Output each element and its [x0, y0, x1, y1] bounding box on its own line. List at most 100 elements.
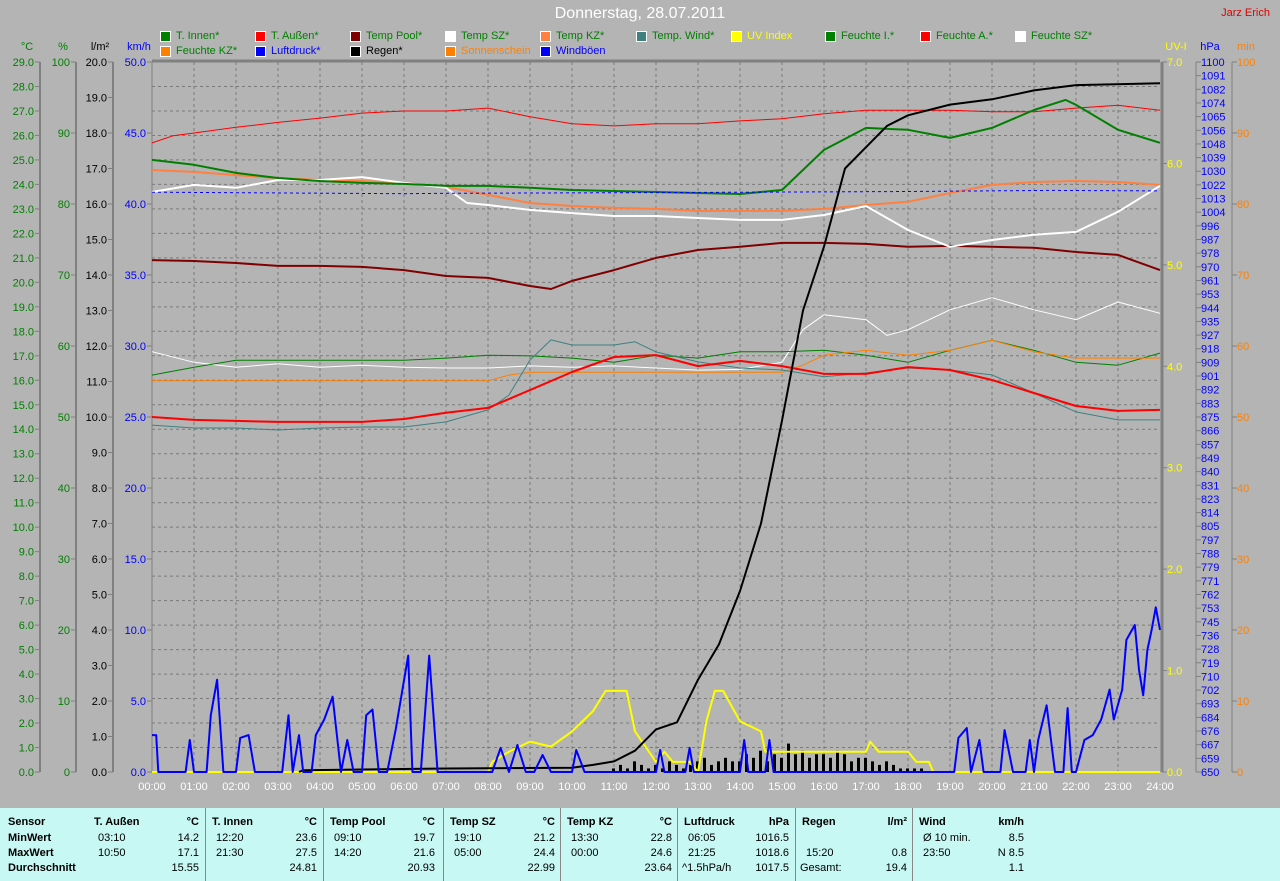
axis-tick-label-sun: 10	[1237, 696, 1249, 708]
legend-swatch	[825, 30, 836, 42]
axis-tick-label-temp: 26.0	[13, 130, 34, 142]
axis-tick-label-press: 659	[1201, 753, 1219, 765]
legend-swatch	[445, 30, 456, 42]
axis-tick-label-sun: 100	[1237, 57, 1255, 69]
row-label-sensor: Sensor	[8, 816, 46, 828]
axis-tick-label-hum: 10	[58, 696, 70, 708]
stats-unit: hPa	[768, 816, 789, 828]
rain-interval-bar	[801, 750, 804, 772]
legend-item: Temp SZ*	[445, 30, 509, 42]
stats-max: 17.1	[177, 847, 199, 859]
author-label: Jarz Erich	[1221, 7, 1270, 19]
axis-tick-label-temp: 4.0	[19, 669, 34, 681]
rain-interval-bar	[885, 761, 888, 772]
stats-avg-label: ^1.5hPa/h	[682, 862, 732, 874]
rain-interval-bar	[892, 764, 895, 772]
axis-tick-label-temp: 10.0	[13, 522, 34, 534]
axis-tick-label-rain: 8.0	[92, 483, 107, 495]
stats-max: 24.4	[533, 847, 555, 859]
axis-tick-label-press: 935	[1201, 316, 1219, 328]
stats-max: 21.6	[413, 847, 435, 859]
axis-tick-label-press: 719	[1201, 658, 1219, 670]
legend-swatch	[920, 30, 931, 42]
axis-tick-label-sun: 50	[1237, 412, 1249, 424]
legend-item: Temp. Wind*	[636, 30, 714, 42]
axis-tick-label-press: 823	[1201, 494, 1219, 506]
axis-tick-label-press: 840	[1201, 467, 1219, 479]
stats-max-time: 14:20	[334, 847, 362, 859]
legend-label: T. Innen*	[176, 30, 220, 42]
stats-name: Luftdruck	[684, 816, 735, 828]
axis-tick-label-temp: 3.0	[19, 694, 34, 706]
axis-tick-label-temp: 20.0	[13, 277, 34, 289]
axis-tick-label-temp: 25.0	[13, 155, 34, 167]
stats-min: 19.7	[413, 832, 435, 844]
axis-tick-label-press: 1048	[1201, 139, 1225, 151]
x-tick-label: 24:00	[1146, 781, 1174, 793]
axis-tick-label-press: 676	[1201, 726, 1219, 738]
axis-tick-label-wind: 45.0	[125, 128, 146, 140]
x-tick-label: 15:00	[768, 781, 796, 793]
row-label-min: MinWert	[8, 832, 52, 844]
axis-tick-label-rain: 1.0	[92, 732, 107, 744]
axis-tick-label-temp: 19.0	[13, 302, 34, 314]
stats-column: Temp KZ °C 13:30 22.8 00:00 24.6 23.64	[560, 808, 678, 881]
stats-name: Temp Pool	[330, 816, 386, 828]
rain-interval-bar	[633, 761, 636, 772]
axis-tick-label-rain: 20.0	[86, 57, 107, 69]
rain-interval-bar	[619, 764, 622, 772]
axis-tick-label-wind: 35.0	[125, 270, 146, 282]
stats-unit: °C	[542, 816, 555, 828]
axis-tick-label-press: 857	[1201, 439, 1219, 451]
row-label-avg: Durchschnitt	[8, 862, 76, 874]
axis-tick-label-press: 753	[1201, 603, 1219, 615]
rain-interval-bar	[717, 761, 720, 772]
rain-interval-bar	[864, 757, 867, 772]
axis-tick-label-press: 736	[1201, 630, 1219, 642]
stats-name: T. Außen	[94, 816, 140, 828]
stats-min-time: 09:10	[334, 832, 362, 844]
legend-item: Feuchte I.*	[825, 30, 894, 42]
stats-column: Temp Pool °C 09:10 19.7 14:20 21.6 20.93	[323, 808, 441, 881]
stats-min: 14.2	[177, 832, 199, 844]
axis-tick-label-hum: 60	[58, 341, 70, 353]
axis-tick-label-press: 1065	[1201, 112, 1225, 124]
axis-tick-label-rain: 11.0	[86, 377, 107, 389]
legend-item: Windböen	[540, 45, 606, 57]
x-tick-label: 05:00	[348, 781, 376, 793]
axis-tick-label-temp: 8.0	[19, 571, 34, 583]
x-tick-label: 18:00	[894, 781, 922, 793]
axis-tick-label-rain: 12.0	[86, 341, 107, 353]
stats-min: 22.8	[650, 832, 672, 844]
axis-tick-label-press: 1082	[1201, 84, 1225, 96]
stats-max-time: 10:50	[98, 847, 126, 859]
axis-tick-label-press: 1039	[1201, 153, 1225, 165]
axis-tick-label-temp: 24.0	[13, 179, 34, 191]
axis-unit-sun: min	[1237, 41, 1255, 53]
axis-tick-label-uv: 4.0	[1167, 361, 1182, 373]
axis-tick-label-press: 1013	[1201, 194, 1225, 206]
axis-tick-label-press: 1091	[1201, 71, 1225, 83]
rain-interval-bar	[710, 764, 713, 772]
axis-tick-label-press: 1004	[1201, 207, 1225, 219]
axis-tick-label-temp: 18.0	[13, 326, 34, 338]
legend-item: Feuchte SZ*	[1015, 30, 1092, 42]
axis-tick-label-rain: 9.0	[92, 448, 107, 460]
axis-tick-label-wind: 25.0	[125, 412, 146, 424]
legend-item: Regen*	[350, 45, 403, 57]
x-tick-label: 14:00	[726, 781, 754, 793]
legend-label: T. Außen*	[271, 30, 319, 42]
x-tick-label: 01:00	[180, 781, 208, 793]
axis-tick-label-temp: 28.0	[13, 81, 34, 93]
axis-tick-label-temp: 15.0	[13, 400, 34, 412]
stats-max-time: 21:25	[688, 847, 716, 859]
stats-max: 1018.6	[755, 847, 789, 859]
x-tick-label: 21:00	[1020, 781, 1048, 793]
legend-swatch	[350, 30, 361, 42]
axis-unit-uv: UV-I	[1165, 41, 1186, 53]
axis-tick-label-uv: 3.0	[1167, 463, 1182, 475]
axis-tick-label-hum: 40	[58, 483, 70, 495]
rain-interval-bar	[668, 761, 671, 772]
rain-interval-bar	[836, 750, 839, 772]
x-tick-label: 20:00	[978, 781, 1006, 793]
